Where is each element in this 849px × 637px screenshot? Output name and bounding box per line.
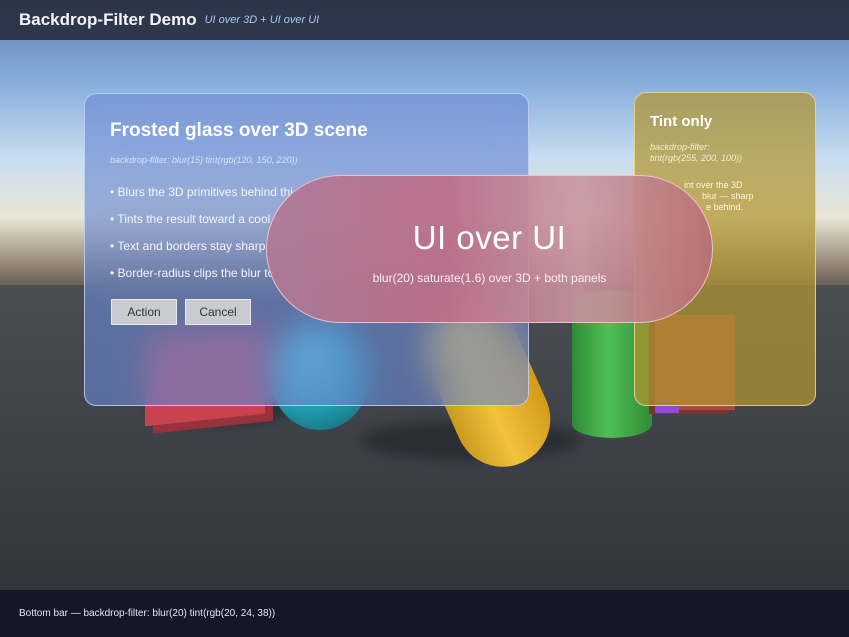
ui-over-ui-pill: UI over UI blur(20) saturate(1.6) over 3…	[266, 175, 713, 323]
pill-heading: UI over UI	[412, 219, 567, 256]
bottom-bar-text: Bottom bar — backdrop-filter: blur(20) t…	[19, 608, 276, 619]
action-button[interactable]: Action	[111, 299, 177, 325]
frosted-panel-filter-code: backdrop-filter: blur(15) tint(rgb(120, …	[110, 155, 298, 165]
frosted-panel-title: Frosted glass over 3D scene	[110, 120, 368, 141]
top-bar: Backdrop-Filter Demo UI over 3D + UI ove…	[0, 0, 849, 40]
pill-caption: blur(20) saturate(1.6) over 3D + both pa…	[372, 271, 607, 285]
app-title: Backdrop-Filter Demo	[19, 10, 197, 29]
bottom-bar: Bottom bar — backdrop-filter: blur(20) t…	[0, 590, 849, 637]
tint-panel-filter-code: backdrop-filter: tint(rgb(255, 200, 100)…	[650, 142, 800, 164]
panel-button-row: Action Cancel	[111, 299, 251, 325]
tint-panel-title: Tint only	[650, 113, 713, 130]
cancel-button[interactable]: Cancel	[185, 299, 251, 325]
app-subtitle: UI over 3D + UI over UI	[204, 14, 320, 26]
purple-primitive-edge	[655, 405, 679, 413]
tint-filter-code-line: tint(rgb(255, 200, 100))	[650, 153, 743, 163]
tint-filter-code-line: backdrop-filter:	[650, 142, 710, 152]
